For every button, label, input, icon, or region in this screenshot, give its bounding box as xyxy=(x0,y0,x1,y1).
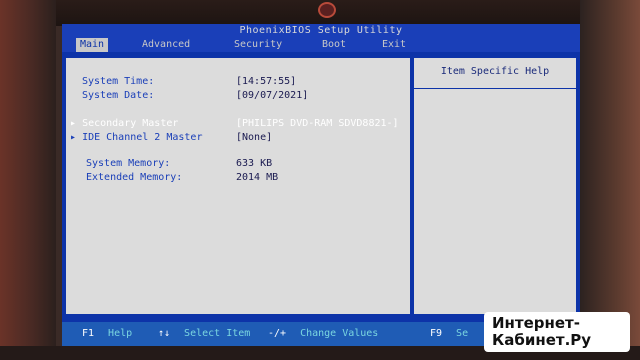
system-memory-value: 633 KB xyxy=(236,158,273,169)
laptop-bezel-left xyxy=(0,0,56,360)
tab-exit[interactable]: Exit xyxy=(378,38,410,52)
extended-memory-label: Extended Memory: xyxy=(86,172,183,183)
key-plusminus: -/+ xyxy=(268,328,287,339)
help-title: Item Specific Help xyxy=(440,66,550,77)
laptop-bezel-top xyxy=(0,0,640,26)
key-hint-f9: F9 Se xyxy=(430,327,468,341)
extended-memory-value: 2014 MB xyxy=(236,172,279,183)
system-time-field[interactable]: [14:57:55] xyxy=(236,76,296,87)
system-memory-label: System Memory: xyxy=(86,158,171,169)
ide-channel-2-master-value: [None] xyxy=(236,132,273,143)
key-f1-desc: Help xyxy=(108,328,133,339)
tab-advanced[interactable]: Advanced xyxy=(138,38,194,52)
system-date-field[interactable]: [09/07/2021] xyxy=(236,90,308,101)
tab-bar: Main Advanced Security Boot Exit xyxy=(62,38,580,52)
webcam-icon xyxy=(318,2,336,18)
bios-screen: PhoenixBIOS Setup Utility Main Advanced … xyxy=(62,24,580,346)
help-divider xyxy=(414,88,576,89)
watermark-line-1: Интернет- xyxy=(492,314,580,332)
key-hint-change: -/+ Change Values xyxy=(268,327,378,341)
settings-panel: System Time: [14:57:55] System Date: [09… xyxy=(66,58,410,314)
key-updown-desc: Select Item xyxy=(184,328,251,339)
key-plusminus-desc: Change Values xyxy=(300,328,379,339)
key-f9: F9 xyxy=(430,328,443,339)
key-updown: ↑↓ xyxy=(158,328,171,339)
submenu-arrow-icon: ▸ xyxy=(70,132,77,143)
secondary-master-value: [PHILIPS DVD-RAM SDVD8821-] xyxy=(236,118,399,129)
ide-channel-2-master-item[interactable]: ▸ IDE Channel 2 Master xyxy=(70,132,202,143)
watermark-logo: Интернет- Кабинет.Ру xyxy=(484,312,630,352)
tab-boot[interactable]: Boot xyxy=(318,38,350,52)
key-f9-desc: Se xyxy=(456,328,469,339)
watermark-line-2: Кабинет.Ру xyxy=(492,331,592,349)
window-title: PhoenixBIOS Setup Utility xyxy=(62,24,580,38)
laptop-bezel-right xyxy=(580,0,640,360)
tab-security[interactable]: Security xyxy=(230,38,286,52)
key-hint-select: ↑↓ Select Item xyxy=(158,327,250,341)
system-time-label: System Time: xyxy=(82,76,155,87)
key-hint-help: F1 Help xyxy=(82,327,132,341)
secondary-master-label: Secondary Master xyxy=(82,118,179,129)
secondary-master-item[interactable]: ▸ Secondary Master xyxy=(70,118,178,129)
main-content: System Time: [14:57:55] System Date: [09… xyxy=(62,52,580,316)
help-panel: Item Specific Help xyxy=(414,58,576,314)
submenu-arrow-icon: ▸ xyxy=(70,118,77,129)
key-f1: F1 xyxy=(82,328,95,339)
tab-main[interactable]: Main xyxy=(76,38,109,52)
system-date-label: System Date: xyxy=(82,90,155,101)
ide-channel-2-master-label: IDE Channel 2 Master xyxy=(82,132,203,143)
